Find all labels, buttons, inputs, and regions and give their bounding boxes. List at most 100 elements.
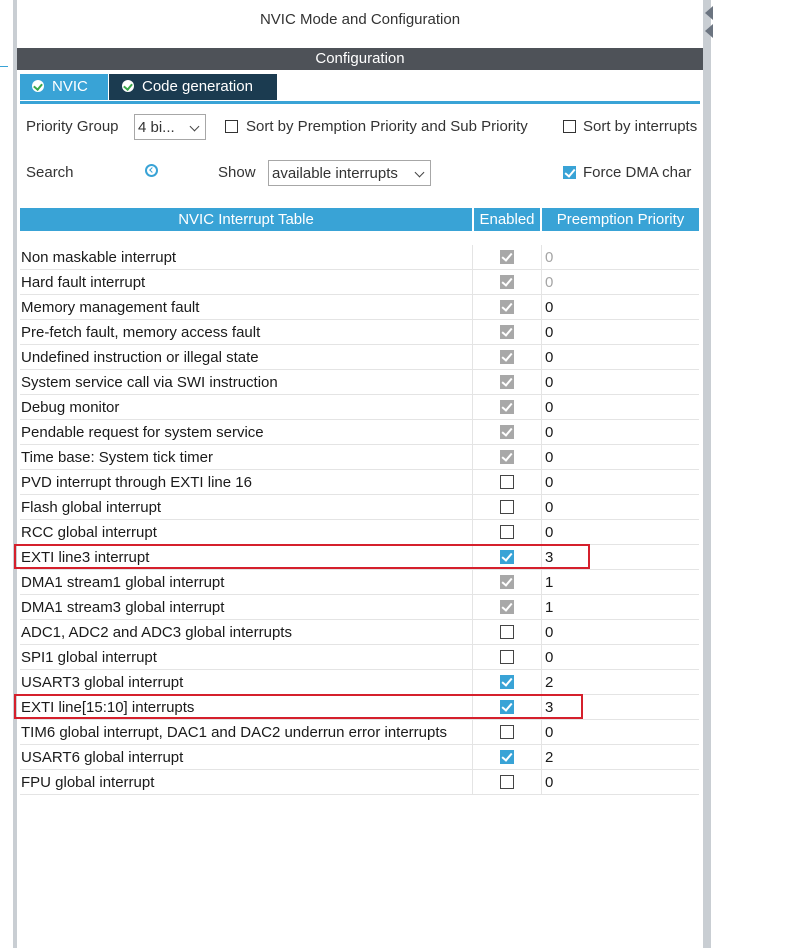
table-row[interactable]: Undefined instruction or illegal state 0 [20, 345, 699, 370]
preemption-priority-value[interactable]: 0 [545, 320, 553, 345]
enabled-checkbox[interactable] [500, 525, 514, 539]
enabled-checkbox [500, 575, 514, 589]
column-header-preemption[interactable]: Preemption Priority [542, 208, 699, 231]
priority-group-select[interactable]: 4 bi... [134, 114, 206, 140]
preemption-priority-value[interactable]: 2 [545, 670, 553, 695]
preemption-priority-value[interactable]: 0 [545, 470, 553, 495]
tab-nvic-label: NVIC [52, 78, 88, 95]
column-divider [472, 345, 473, 370]
preemption-priority-value[interactable]: 3 [545, 695, 553, 720]
preemption-priority-value[interactable]: 0 [545, 520, 553, 545]
show-select[interactable]: available interrupts [268, 160, 431, 186]
tab-code-generation[interactable]: Code generation [109, 74, 277, 100]
preemption-priority-value[interactable]: 0 [545, 645, 553, 670]
search-icon[interactable] [145, 164, 158, 177]
table-row[interactable]: Non maskable interrupt 0 [20, 245, 699, 270]
table-row[interactable]: System service call via SWI instruction 0 [20, 370, 699, 395]
table-row[interactable]: FPU global interrupt 0 [20, 770, 699, 795]
enabled-checkbox [500, 425, 514, 439]
show-label: Show [218, 164, 256, 181]
enabled-checkbox[interactable] [500, 775, 514, 789]
table-row[interactable]: DMA1 stream3 global interrupt 1 [20, 595, 699, 620]
preemption-priority-value[interactable]: 0 [545, 245, 553, 270]
table-row[interactable]: EXTI line3 interrupt 3 [20, 545, 699, 570]
column-divider [472, 420, 473, 445]
interrupt-name: DMA1 stream3 global interrupt [21, 599, 225, 616]
table-row[interactable]: Debug monitor 0 [20, 395, 699, 420]
table-row[interactable]: Time base: System tick timer 0 [20, 445, 699, 470]
table-row[interactable]: PVD interrupt through EXTI line 16 0 [20, 470, 699, 495]
enabled-checkbox[interactable] [500, 475, 514, 489]
table-row[interactable]: Pre-fetch fault, memory access fault 0 [20, 320, 699, 345]
force-dma-checkbox[interactable] [563, 166, 576, 179]
table-row[interactable]: TIM6 global interrupt, DAC1 and DAC2 und… [20, 720, 699, 745]
check-circle-icon [122, 80, 134, 92]
column-divider [472, 620, 473, 645]
configuration-header: Configuration [17, 48, 703, 70]
column-divider [472, 745, 473, 770]
preemption-priority-value[interactable]: 0 [545, 720, 553, 745]
interrupt-name: Flash global interrupt [21, 499, 162, 516]
sort-premption-checkbox[interactable] [225, 120, 238, 133]
preemption-priority-value[interactable]: 0 [545, 370, 553, 395]
interrupt-name: Time base: System tick timer [21, 449, 213, 466]
preemption-priority-value[interactable]: 0 [545, 270, 553, 295]
preemption-priority-value[interactable]: 0 [545, 420, 553, 445]
table-row[interactable]: ADC1, ADC2 and ADC3 global interrupts 0 [20, 620, 699, 645]
interrupt-name: SPI1 global interrupt [21, 649, 157, 666]
preemption-priority-value[interactable]: 0 [545, 770, 553, 795]
column-divider [472, 520, 473, 545]
preemption-priority-value[interactable]: 0 [545, 445, 553, 470]
side-divider [0, 66, 8, 67]
enabled-checkbox[interactable] [500, 675, 514, 689]
table-row[interactable]: RCC global interrupt 0 [20, 520, 699, 545]
column-divider [472, 445, 473, 470]
column-divider [472, 670, 473, 695]
right-frame-border [703, 0, 711, 948]
column-divider [541, 345, 542, 370]
table-row[interactable]: USART6 global interrupt 2 [20, 745, 699, 770]
enabled-checkbox[interactable] [500, 700, 514, 714]
table-row[interactable]: Pendable request for system service 0 [20, 420, 699, 445]
column-divider [472, 270, 473, 295]
preemption-priority-value[interactable]: 3 [545, 545, 553, 570]
chevron-down-icon [414, 167, 425, 178]
preemption-priority-value[interactable]: 0 [545, 395, 553, 420]
enabled-checkbox[interactable] [500, 625, 514, 639]
preemption-priority-value[interactable]: 2 [545, 745, 553, 770]
chevron-down-icon [189, 121, 200, 132]
preemption-priority-value[interactable]: 0 [545, 345, 553, 370]
preemption-priority-value[interactable]: 0 [545, 295, 553, 320]
preemption-priority-value[interactable]: 0 [545, 620, 553, 645]
enabled-checkbox[interactable] [500, 500, 514, 514]
table-row[interactable]: DMA1 stream1 global interrupt 1 [20, 570, 699, 595]
column-divider [541, 620, 542, 645]
enabled-checkbox [500, 275, 514, 289]
enabled-checkbox[interactable] [500, 750, 514, 764]
column-header-interrupt[interactable]: NVIC Interrupt Table [20, 208, 472, 231]
preemption-priority-value[interactable]: 1 [545, 570, 553, 595]
table-row[interactable]: SPI1 global interrupt 0 [20, 645, 699, 670]
interrupt-name: Non maskable interrupt [21, 249, 177, 266]
table-row[interactable]: Flash global interrupt 0 [20, 495, 699, 520]
enabled-checkbox[interactable] [500, 650, 514, 664]
column-divider [541, 720, 542, 745]
table-row[interactable]: EXTI line[15:10] interrupts 3 [20, 695, 699, 720]
table-row[interactable]: USART3 global interrupt 2 [20, 670, 699, 695]
enabled-checkbox[interactable] [500, 725, 514, 739]
column-header-enabled[interactable]: Enabled [474, 208, 540, 231]
interrupt-name: USART6 global interrupt [21, 749, 184, 766]
column-divider [541, 445, 542, 470]
sort-interrupts-label: Sort by interrupts [583, 118, 698, 135]
interrupt-name: System service call via SWI instruction [21, 374, 278, 391]
column-divider [472, 770, 473, 795]
preemption-priority-value[interactable]: 0 [545, 495, 553, 520]
sort-interrupts-checkbox[interactable] [563, 120, 576, 133]
tab-nvic[interactable]: NVIC [20, 74, 108, 100]
interrupt-name: Hard fault interrupt [21, 274, 146, 291]
table-row[interactable]: Hard fault interrupt 0 [20, 270, 699, 295]
table-row[interactable]: Memory management fault 0 [20, 295, 699, 320]
collapse-handle-icon[interactable] [703, 2, 715, 42]
preemption-priority-value[interactable]: 1 [545, 595, 553, 620]
enabled-checkbox[interactable] [500, 550, 514, 564]
